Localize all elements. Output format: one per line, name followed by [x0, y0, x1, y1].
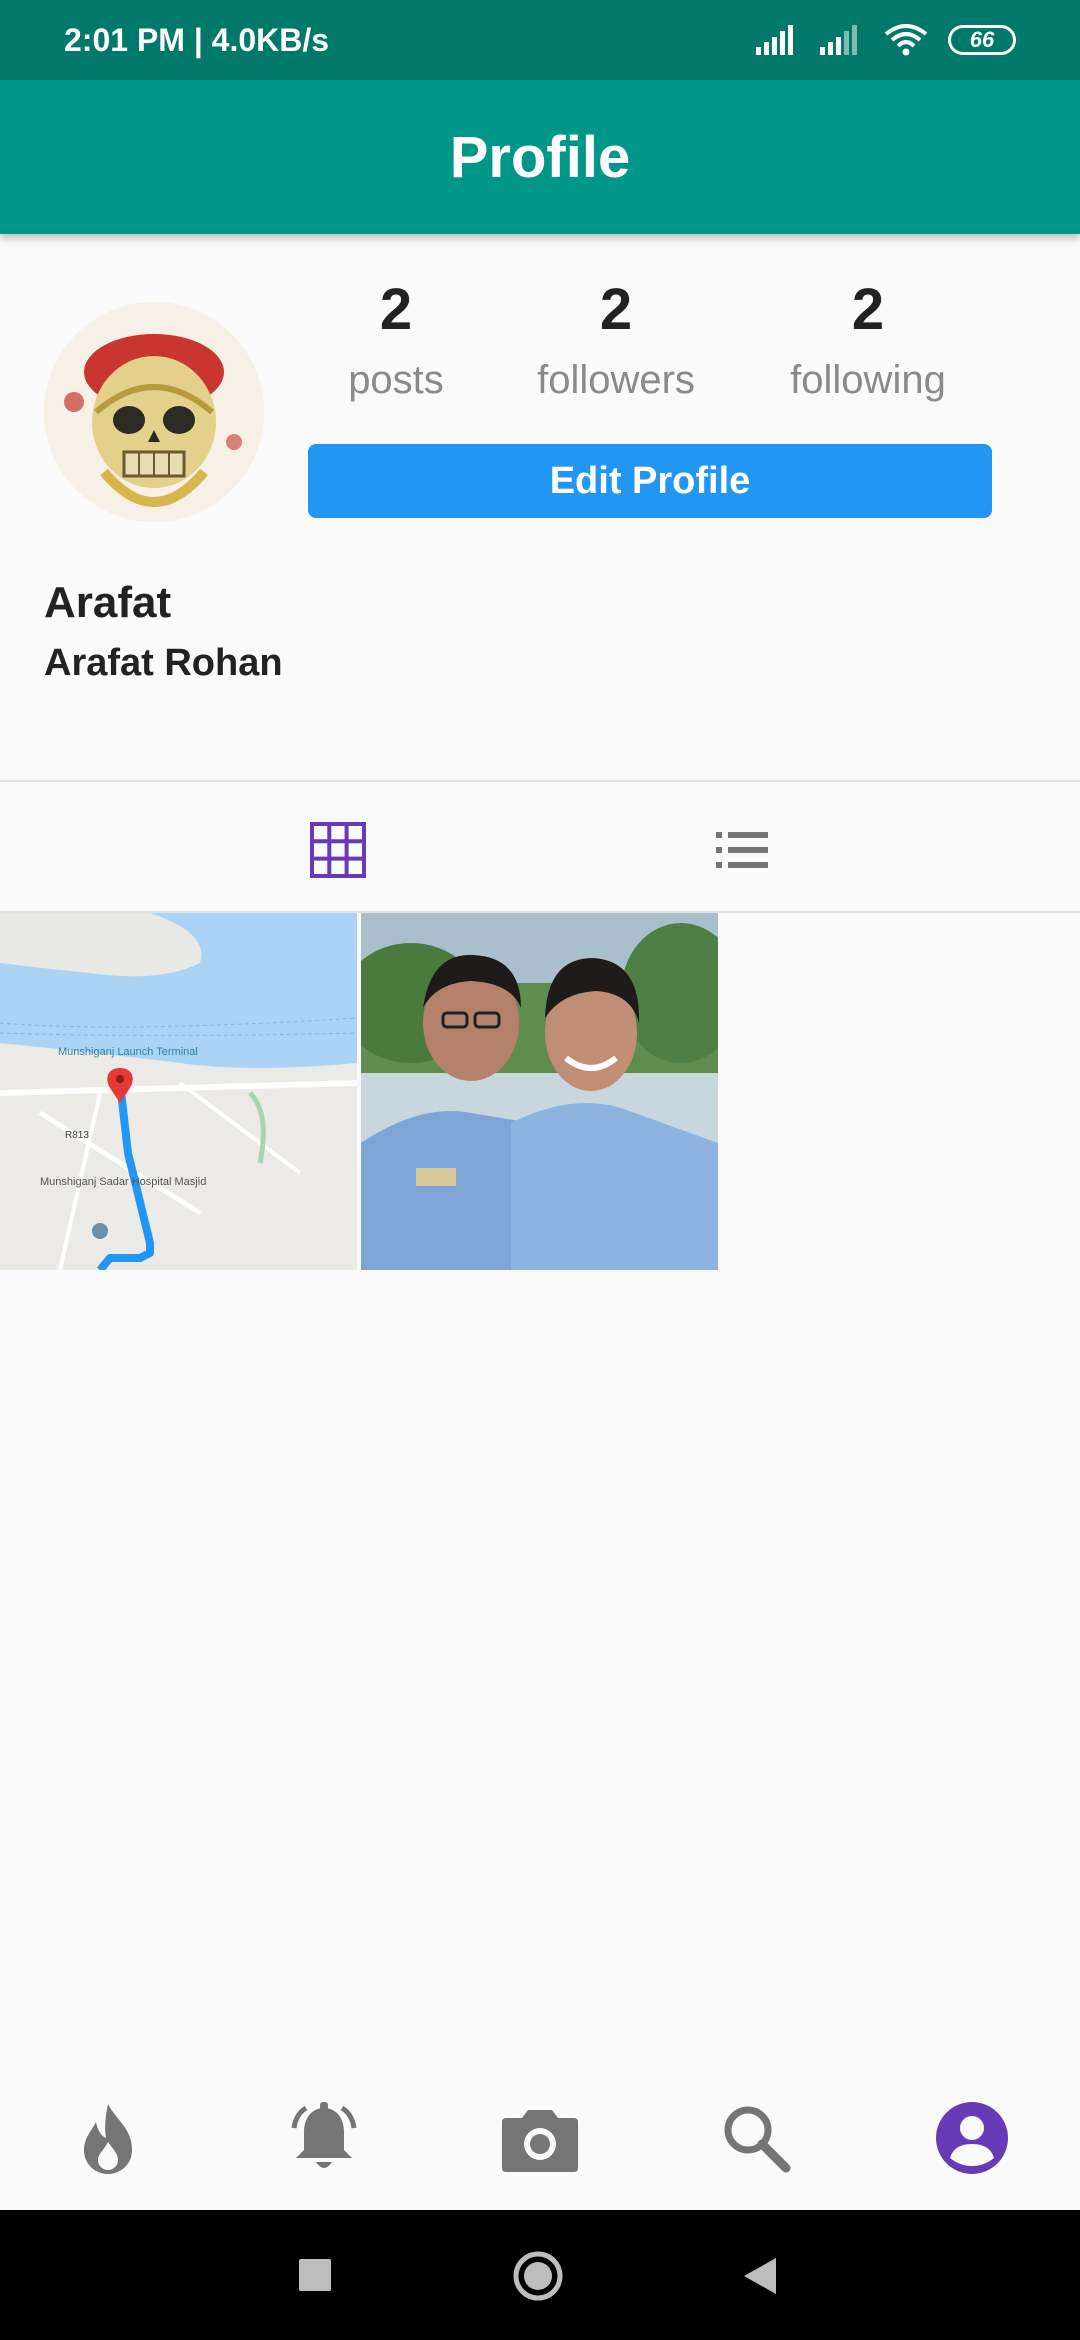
skull-avatar-image	[44, 302, 264, 522]
post-thumbnail-photo[interactable]	[361, 913, 718, 1270]
wifi-icon	[884, 24, 928, 56]
map-label-terminal: Munshiganj Launch Terminal	[58, 1046, 198, 1058]
map-label-masjid: Munshiganj Sadar Hospital Masjid	[40, 1176, 206, 1188]
status-time: 2:01 PM | 4.0KB/s	[64, 21, 330, 58]
map-label-road: R813	[65, 1130, 89, 1141]
signal-icon	[756, 25, 793, 55]
fire-icon[interactable]	[68, 2098, 148, 2178]
battery-icon: 66	[948, 25, 1016, 55]
page-title: Profile	[449, 124, 631, 190]
camera-icon[interactable]	[500, 2098, 580, 2178]
username: Arafat	[44, 578, 172, 627]
system-navigation-bar	[0, 2210, 1080, 2340]
post-thumbnail-map[interactable]: Munshiganj Launch Terminal Munshiganj Sa…	[0, 913, 357, 1270]
grid-icon[interactable]	[310, 822, 366, 878]
list-icon[interactable]	[716, 828, 768, 872]
bottom-navigation	[0, 2060, 1080, 2210]
status-bar: 2:01 PM | 4.0KB/s 66	[0, 0, 1080, 80]
back-triangle-icon[interactable]	[742, 2256, 778, 2296]
signal-icon-2	[820, 25, 857, 55]
view-tabs	[0, 780, 1080, 913]
posts-count: 2	[379, 277, 413, 342]
posts-label: posts	[348, 358, 444, 402]
following-count: 2	[851, 277, 885, 342]
photo-image	[361, 913, 718, 1270]
account-icon[interactable]	[932, 2098, 1012, 2178]
recents-square-icon[interactable]	[298, 2258, 332, 2292]
battery-level: 66	[969, 27, 995, 52]
followers-label: followers	[537, 358, 695, 402]
edit-profile-button[interactable]: Edit Profile	[308, 444, 992, 518]
avatar[interactable]	[44, 302, 264, 522]
map-image: Munshiganj Launch Terminal Munshiganj Sa…	[0, 913, 357, 1270]
followers-count: 2	[599, 277, 633, 342]
following-label: following	[790, 358, 946, 402]
bell-icon[interactable]	[284, 2098, 364, 2178]
home-circle-icon[interactable]	[512, 2250, 564, 2302]
stat-followers[interactable]: 2 followers	[516, 270, 716, 410]
stat-posts[interactable]: 2 posts	[296, 270, 496, 410]
full-name: Arafat Rohan	[44, 642, 283, 684]
status-icons: 66	[756, 24, 1016, 56]
search-icon[interactable]	[716, 2098, 796, 2178]
app-bar: Profile	[0, 80, 1080, 234]
stat-following[interactable]: 2 following	[768, 270, 968, 410]
